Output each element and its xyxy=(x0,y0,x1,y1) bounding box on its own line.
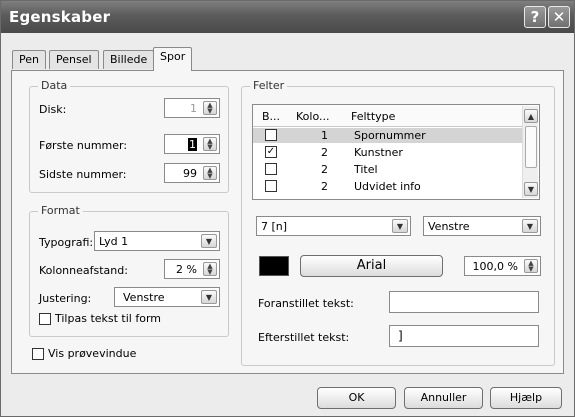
last-number-value: 99 xyxy=(183,167,197,180)
row-checkbox[interactable] xyxy=(265,129,277,141)
data-legend: Data xyxy=(38,79,71,92)
typography-value: Lyd 1 xyxy=(99,235,129,248)
chevron-down-icon[interactable]: ▼ xyxy=(392,219,408,233)
preview-checkbox[interactable] xyxy=(32,348,44,360)
row-column: 2 xyxy=(321,146,328,159)
ok-button[interactable]: OK xyxy=(317,387,396,409)
close-button[interactable]: ✕ xyxy=(548,6,570,28)
tab-pen[interactable]: Pen xyxy=(12,50,46,69)
row-fieldtype: Spornummer xyxy=(354,129,426,142)
fields-list-header: B... Kolo... Felttype xyxy=(253,105,523,127)
spin-arrows-icon[interactable]: ▲ ▼ xyxy=(203,262,217,276)
ok-label: OK xyxy=(348,391,365,404)
tab-label: Pensel xyxy=(56,53,92,66)
scroll-thumb[interactable] xyxy=(525,126,537,168)
row-checkbox[interactable]: ✓ xyxy=(265,146,277,158)
column-spacing-label: Kolonneafstand: xyxy=(39,264,128,277)
tab-pensel[interactable]: Pensel xyxy=(49,50,99,69)
list-item[interactable]: 2 Udvidet info xyxy=(253,179,523,194)
prefix-input[interactable] xyxy=(389,291,539,313)
list-item[interactable]: ✓ 2 Kunstner xyxy=(253,145,523,160)
size-stepper[interactable]: 100,0 % ▲ ▼ xyxy=(464,256,541,276)
checkmark-icon: ✓ xyxy=(266,146,276,157)
tab-spor[interactable]: Spor xyxy=(153,47,193,71)
row-column: 1 xyxy=(321,129,328,142)
chevron-down-icon[interactable]: ▼ xyxy=(201,234,217,248)
cancel-label: Annuller xyxy=(420,391,467,404)
row-checkbox[interactable] xyxy=(265,163,277,175)
fields-list[interactable]: B... Kolo... Felttype 1 Spornummer ✓ 2 K… xyxy=(252,104,540,200)
disk-label: Disk: xyxy=(39,103,67,116)
spin-arrows-icon[interactable]: ▲ ▼ xyxy=(203,166,217,180)
spin-arrows-icon[interactable]: ▲ ▼ xyxy=(524,259,538,273)
row-fieldtype: Udvidet info xyxy=(354,180,421,193)
spin-arrows-icon[interactable]: ▲ ▼ xyxy=(203,137,217,151)
row-fieldtype: Kunstner xyxy=(354,146,403,159)
alignment-select[interactable]: Venstre ▼ xyxy=(114,287,220,307)
tab-label: Pen xyxy=(19,53,39,66)
chevron-down-icon[interactable]: ▼ xyxy=(522,219,538,233)
fit-text-label: Tilpas tekst til form xyxy=(55,312,162,325)
size-value: 100,0 % xyxy=(472,260,518,273)
title-bar[interactable]: Egenskaber ? ✕ xyxy=(1,1,574,33)
column-header-b[interactable]: B... xyxy=(262,110,280,123)
tab-label: Spor xyxy=(160,50,186,63)
row-column: 2 xyxy=(321,180,328,193)
row-fieldtype: Titel xyxy=(354,163,378,176)
row-checkbox[interactable] xyxy=(265,180,277,192)
help-icon: ? xyxy=(530,8,540,26)
field-format-value: 7 [n] xyxy=(261,220,288,233)
disk-value: 1 xyxy=(190,102,197,115)
field-format-select[interactable]: 7 [n] ▼ xyxy=(256,216,411,236)
column-spacing-stepper[interactable]: 2 % ▲ ▼ xyxy=(164,259,220,279)
help-label: Hjælp xyxy=(509,391,543,404)
scroll-down-icon[interactable]: ▼ xyxy=(524,182,538,196)
list-item[interactable]: 2 Titel xyxy=(253,162,523,177)
cancel-button[interactable]: Annuller xyxy=(404,387,483,409)
suffix-input[interactable]: ] xyxy=(389,325,539,347)
fields-legend: Felter xyxy=(250,79,288,92)
field-align-select[interactable]: Venstre ▼ xyxy=(423,216,541,236)
last-number-stepper[interactable]: 99 ▲ ▼ xyxy=(164,163,220,183)
tab-label: Billede xyxy=(110,53,148,66)
column-header-fieldtype[interactable]: Felttype xyxy=(351,110,395,123)
tab-billede[interactable]: Billede xyxy=(103,50,155,69)
prefix-label: Foranstillet tekst: xyxy=(258,297,354,310)
format-legend: Format xyxy=(38,204,83,217)
disk-stepper[interactable]: 1 ▲ ▼ xyxy=(164,98,220,118)
chevron-down-icon[interactable]: ▼ xyxy=(201,290,217,304)
preview-label: Vis prøvevindue xyxy=(48,347,137,360)
font-button[interactable]: Arial xyxy=(300,255,443,277)
text-color-swatch[interactable] xyxy=(259,256,289,276)
row-column: 2 xyxy=(321,163,328,176)
suffix-value: ] xyxy=(398,329,403,343)
typography-label: Typografi: xyxy=(39,236,94,249)
last-number-label: Sidste nummer: xyxy=(39,168,127,181)
help-title-button[interactable]: ? xyxy=(524,6,546,28)
typography-select[interactable]: Lyd 1 ▼ xyxy=(94,231,220,251)
column-header-column[interactable]: Kolo... xyxy=(296,110,329,123)
font-button-label: Arial xyxy=(356,258,387,273)
window-title: Egenskaber xyxy=(9,8,111,26)
field-align-value: Venstre xyxy=(428,220,470,233)
scroll-up-icon[interactable]: ▲ xyxy=(524,109,538,123)
fit-text-checkbox[interactable] xyxy=(39,313,51,325)
suffix-label: Efterstillet tekst: xyxy=(258,331,350,344)
spin-arrows-icon[interactable]: ▲ ▼ xyxy=(203,101,217,115)
fields-list-scrollbar[interactable]: ▲ ▼ xyxy=(522,106,538,198)
first-number-stepper[interactable]: 1 ▲ ▼ xyxy=(164,134,220,154)
list-item[interactable]: 1 Spornummer xyxy=(253,128,523,143)
alignment-value: Venstre xyxy=(123,291,165,304)
first-number-label: Første nummer: xyxy=(39,139,128,152)
help-button[interactable]: Hjælp xyxy=(490,387,562,409)
first-number-value: 1 xyxy=(188,138,197,151)
alignment-label: Justering: xyxy=(39,292,92,305)
column-spacing-value: 2 % xyxy=(176,263,197,276)
properties-dialog: Egenskaber ? ✕ Pen Pensel Billede Spor D… xyxy=(0,0,575,417)
close-icon: ✕ xyxy=(552,8,566,26)
